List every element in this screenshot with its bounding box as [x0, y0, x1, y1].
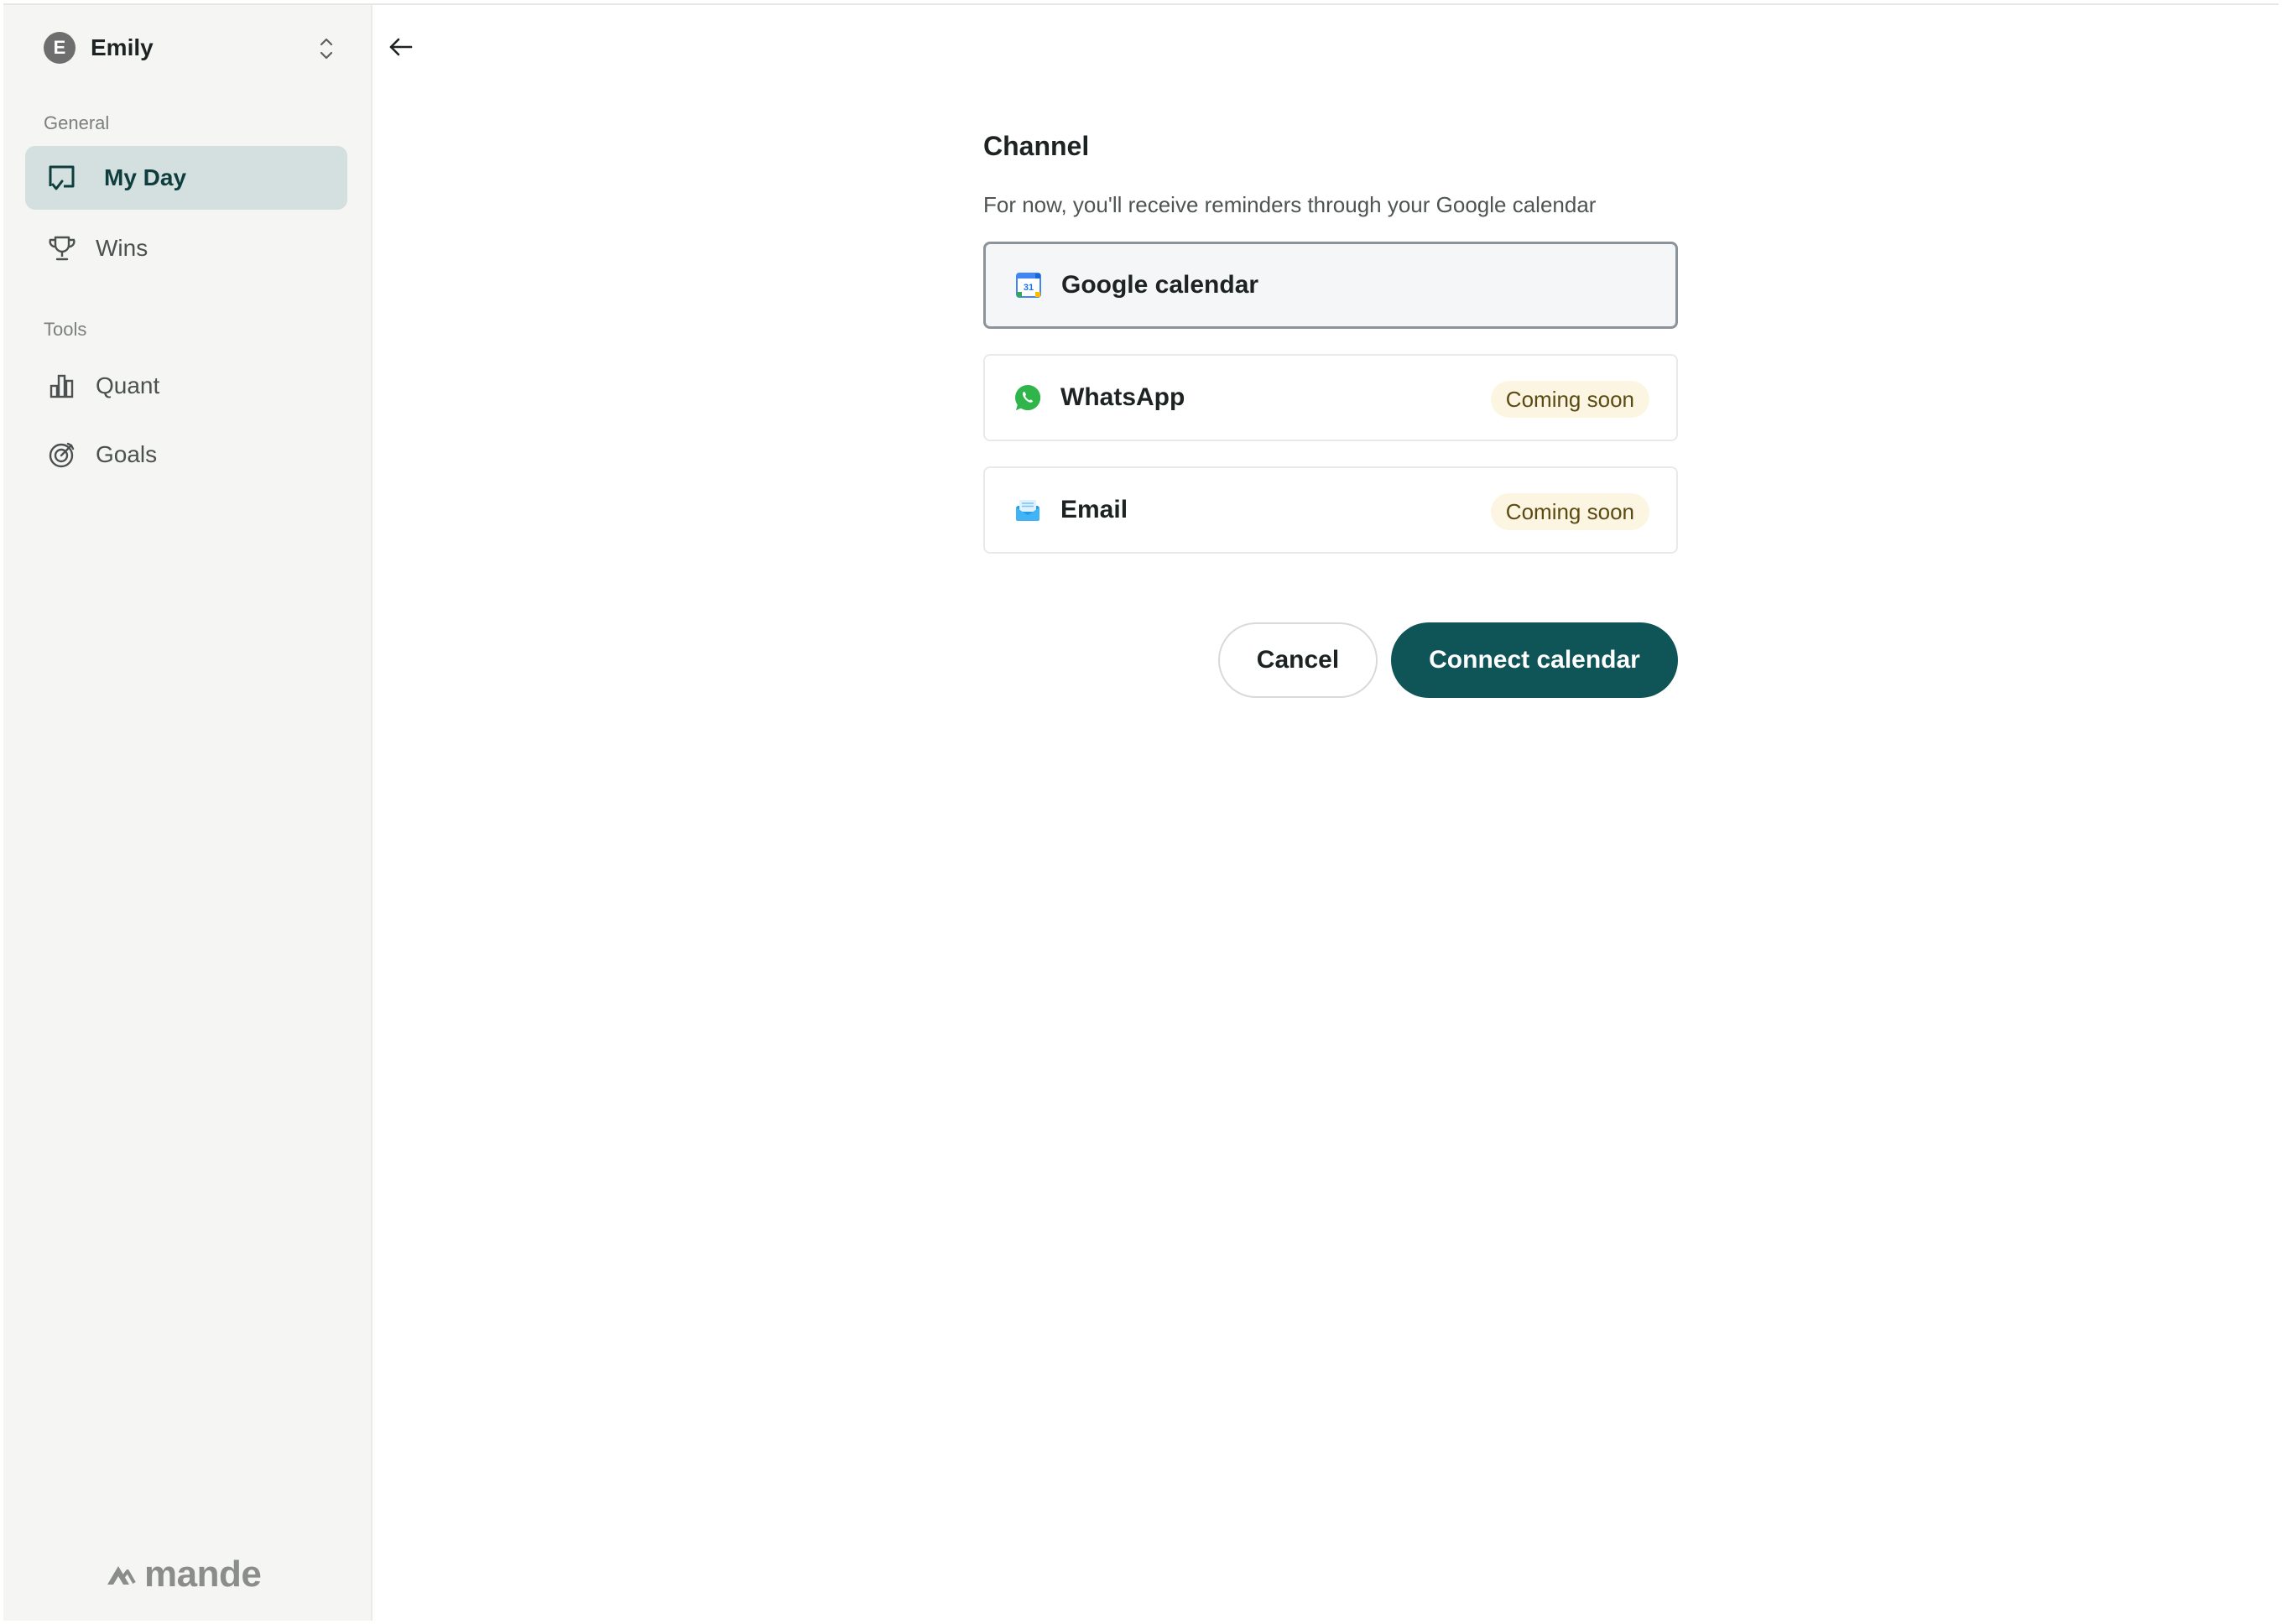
- account-switcher[interactable]: E Emily: [44, 29, 339, 67]
- email-icon: [1013, 496, 1042, 524]
- option-label: Google calendar: [1061, 271, 1259, 299]
- sidebar: E Emily General My Day Wins Tools Quant …: [3, 5, 373, 1621]
- panel-title: Channel: [983, 131, 1090, 161]
- app-window: E Emily General My Day Wins Tools Quant …: [3, 3, 2279, 1621]
- sidebar-item-goals[interactable]: Goals: [25, 423, 347, 487]
- avatar: E: [44, 32, 76, 64]
- sidebar-item-wins[interactable]: Wins: [25, 216, 347, 280]
- channel-option-email[interactable]: Email Coming soon: [983, 466, 1678, 554]
- arrow-left-icon: [389, 38, 413, 56]
- svg-text:31: 31: [1024, 283, 1034, 293]
- sidebar-item-quant[interactable]: Quant: [25, 354, 347, 418]
- connect-calendar-button[interactable]: Connect calendar: [1391, 622, 1678, 698]
- whatsapp-icon: [1013, 383, 1042, 412]
- cancel-button[interactable]: Cancel: [1218, 622, 1378, 698]
- trophy-icon: [45, 232, 79, 265]
- sidebar-item-label: My Day: [104, 164, 187, 190]
- panel-description: For now, you'll receive reminders throug…: [983, 192, 1597, 217]
- my-day-icon: [45, 161, 79, 195]
- main-content: Channel For now, you'll receive reminder…: [373, 5, 2279, 1621]
- option-label: Email: [1060, 496, 1128, 523]
- section-label-tools: Tools: [44, 319, 87, 340]
- account-name: Emily: [91, 34, 154, 60]
- sidebar-item-label: Quant: [96, 372, 160, 398]
- brand-logo: mande: [104, 1554, 262, 1595]
- option-label: WhatsApp: [1060, 383, 1185, 411]
- brand-name: mande: [144, 1554, 262, 1595]
- sidebar-item-label: Wins: [96, 235, 148, 261]
- mande-logo-icon: [107, 1566, 136, 1585]
- target-icon: [45, 438, 79, 471]
- back-button[interactable]: [384, 30, 418, 64]
- coming-soon-badge: Coming soon: [1490, 381, 1649, 418]
- sidebar-item-label: Goals: [96, 441, 158, 467]
- chevron-up-down-icon[interactable]: [314, 35, 339, 62]
- channel-option-google-calendar[interactable]: 31 Google calendar: [983, 242, 1678, 329]
- channel-option-whatsapp[interactable]: WhatsApp Coming soon: [983, 354, 1678, 441]
- bar-chart-icon: [45, 369, 79, 403]
- channel-panel: Channel For now, you'll receive reminder…: [983, 131, 1678, 698]
- sidebar-item-my-day[interactable]: My Day: [25, 146, 347, 210]
- coming-soon-badge: Coming soon: [1490, 493, 1649, 530]
- action-bar: Cancel Connect calendar: [1218, 622, 1678, 698]
- google-calendar-icon: 31: [1014, 271, 1043, 299]
- section-label-general: General: [44, 112, 110, 133]
